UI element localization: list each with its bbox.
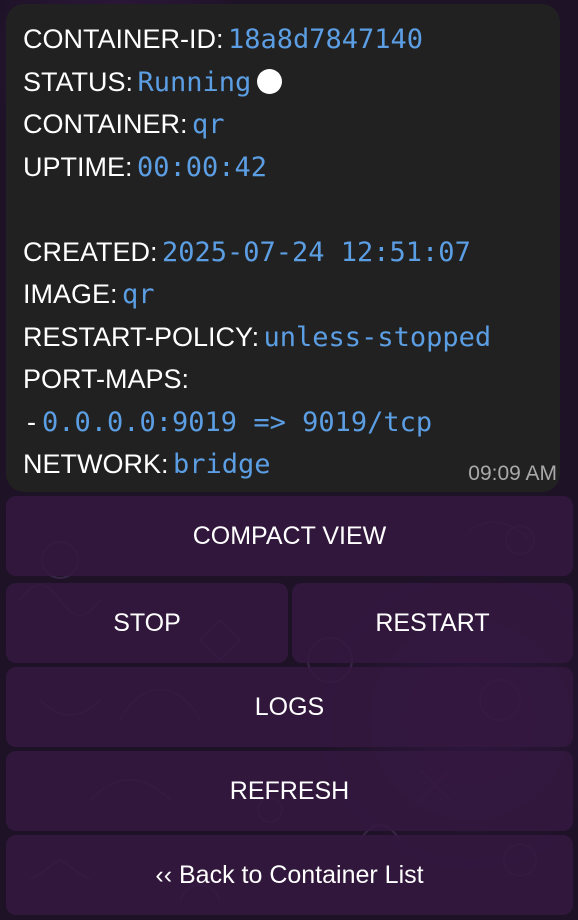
created-label: CREATED: (23, 236, 158, 267)
network-label: NETWORK: (23, 449, 169, 479)
stop-button[interactable]: STOP (6, 583, 288, 663)
network-value: bridge (172, 449, 271, 480)
chat-screen: CONTAINER-ID: 18a8d7847140 STATUS: Runni… (0, 0, 578, 920)
logs-button[interactable]: LOGS (6, 667, 573, 747)
info-line-restart-policy: RESTART-POLICY: unless-stopped (23, 316, 560, 359)
port-maps-label: PORT-MAPS: (23, 364, 190, 394)
container-id-value: 18a8d7847140 (227, 24, 424, 55)
status-value: Running (137, 66, 252, 98)
info-line-status: STATUS: Running (23, 61, 560, 104)
info-line-image: IMAGE: qr (23, 273, 560, 316)
container-id-label: CONTAINER-ID: (23, 24, 224, 54)
info-line-container: CONTAINER: qr (23, 103, 560, 146)
image-value: qr (121, 279, 155, 310)
status-circle-icon (257, 68, 283, 94)
port-mapping-value: 0.0.0.0:9019 => 9019/tcp (42, 406, 433, 438)
created-value: 2025-07-24 12:51:07 (161, 236, 471, 268)
container-value: qr (191, 109, 225, 140)
restart-policy-value: unless-stopped (263, 321, 492, 353)
refresh-button[interactable]: REFRESH (6, 751, 573, 831)
restart-button[interactable]: RESTART (292, 583, 573, 663)
uptime-label: UPTIME: (23, 151, 133, 182)
container-info-message: CONTAINER-ID: 18a8d7847140 STATUS: Runni… (6, 4, 560, 492)
status-label: STATUS: (23, 66, 134, 97)
compact-view-button[interactable]: COMPACT VIEW (6, 496, 573, 576)
back-to-container-list-button[interactable]: ‹‹ Back to Container List (6, 835, 573, 915)
image-label: IMAGE: (23, 279, 118, 309)
info-line-container-id: CONTAINER-ID: 18a8d7847140 (23, 18, 560, 61)
container-label: CONTAINER: (23, 109, 188, 139)
uptime-value: 00:00:42 (136, 151, 268, 183)
restart-policy-label: RESTART-POLICY: (23, 321, 260, 352)
info-line-port-maps: PORT-MAPS: (23, 358, 560, 401)
message-timestamp: 09:09 AM (468, 462, 557, 485)
info-line-created: CREATED: 2025-07-24 12:51:07 (23, 231, 560, 274)
info-line-port-mapping: -0.0.0.0:9019 => 9019/tcp (23, 401, 560, 444)
port-mapping-bullet: - (27, 406, 36, 437)
info-line-uptime: UPTIME: 00:00:42 (23, 146, 560, 189)
